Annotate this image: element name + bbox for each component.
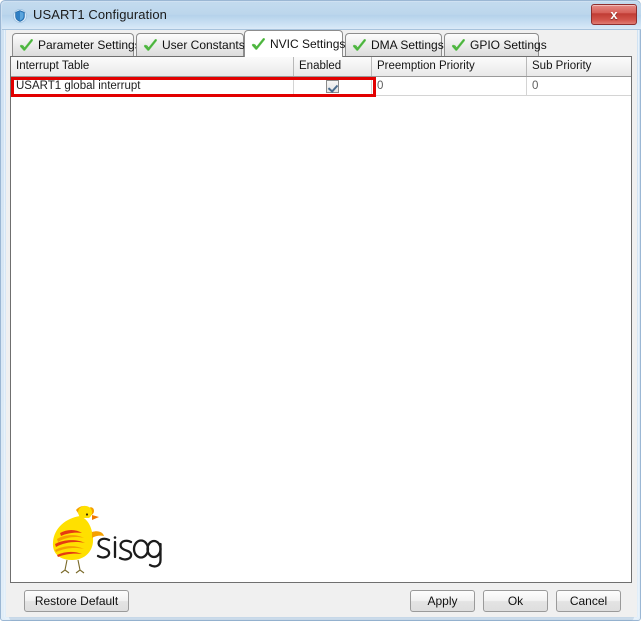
window-title: USART1 Configuration — [33, 7, 167, 22]
cancel-button[interactable]: Cancel — [556, 590, 621, 612]
tab-parameter-settings[interactable]: Parameter Settings — [12, 33, 141, 56]
table-row[interactable]: USART1 global interrupt 0 0 — [11, 77, 631, 96]
dialog-content: Parameter Settings User Constants NVIC S… — [6, 30, 637, 617]
restore-default-button[interactable]: Restore Default — [24, 590, 129, 612]
sisoog-bird-icon — [52, 505, 104, 574]
green-check-icon — [19, 38, 33, 51]
cell-sub-priority[interactable]: 0 — [527, 77, 631, 95]
close-button[interactable]: x — [591, 4, 637, 25]
dialog-window: USART1 Configuration x Parameter Setting… — [0, 0, 641, 621]
tab-strip: Parameter Settings User Constants NVIC S… — [6, 30, 637, 57]
cell-preemption-priority[interactable]: 0 — [372, 77, 527, 95]
apply-button[interactable]: Apply — [410, 590, 475, 612]
green-check-icon — [251, 37, 265, 50]
enabled-checkbox[interactable] — [326, 79, 339, 93]
cell-interrupt-name: USART1 global interrupt — [11, 77, 294, 95]
column-header-sub-priority[interactable]: Sub Priority — [527, 57, 631, 76]
tab-nvic-settings[interactable]: NVIC Settings — [244, 30, 346, 57]
sisoog-logo — [52, 505, 162, 574]
tab-label: NVIC Settings — [270, 37, 346, 51]
dialog-button-bar: Restore Default Apply Ok Cancel — [6, 583, 637, 617]
title-bar[interactable]: USART1 Configuration x — [2, 2, 641, 30]
column-header-enabled[interactable]: Enabled — [294, 57, 372, 76]
tab-label: Parameter Settings — [38, 38, 141, 52]
tab-gpio-settings[interactable]: GPIO Settings — [444, 33, 547, 56]
tab-label: GPIO Settings — [470, 38, 547, 52]
app-shield-icon — [13, 9, 27, 23]
green-check-icon — [143, 38, 157, 51]
sisoog-wordmark — [96, 536, 162, 568]
interrupt-table: Interrupt Table Enabled Preemption Prior… — [10, 56, 632, 583]
green-check-icon — [352, 38, 366, 51]
green-check-icon — [451, 38, 465, 51]
close-icon: x — [610, 7, 618, 22]
window-bottom-shadow — [9, 617, 634, 621]
column-header-interrupt-table[interactable]: Interrupt Table — [11, 57, 294, 76]
tab-label: DMA Settings — [371, 38, 444, 52]
tab-dma-settings[interactable]: DMA Settings — [345, 33, 444, 56]
cell-enabled[interactable] — [294, 77, 372, 95]
tab-label: User Constants — [162, 38, 245, 52]
column-header-preemption-priority[interactable]: Preemption Priority — [372, 57, 527, 76]
ok-button[interactable]: Ok — [483, 590, 548, 612]
table-header-row: Interrupt Table Enabled Preemption Prior… — [11, 57, 631, 77]
tab-user-constants[interactable]: User Constants — [136, 33, 245, 56]
